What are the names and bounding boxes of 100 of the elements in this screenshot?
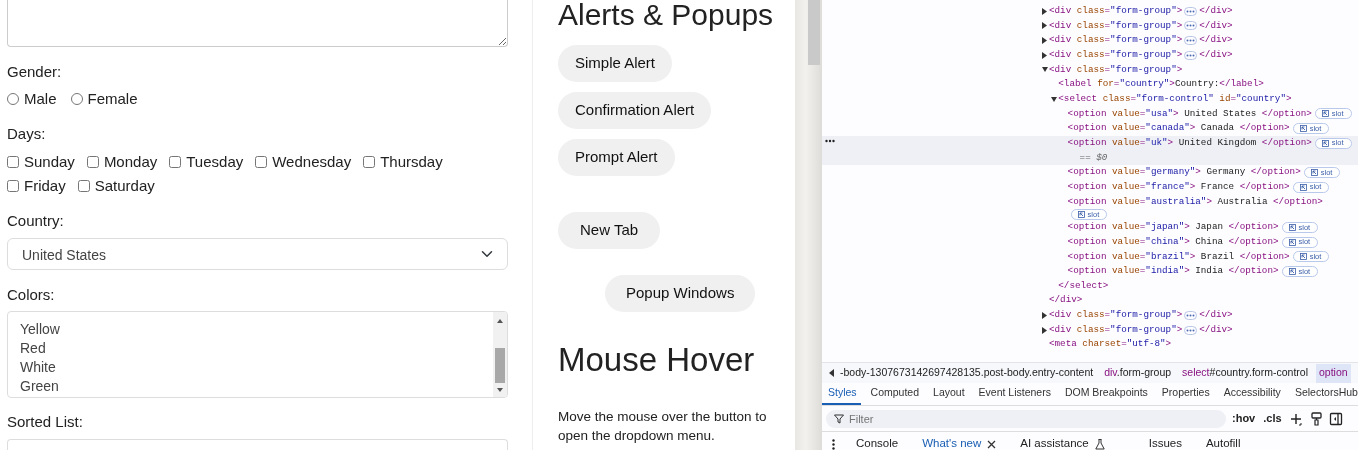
dom-node-row[interactable]: <meta charset="utf-8"> [822,337,1358,353]
checkbox[interactable] [77,180,90,192]
toolbar-toggle[interactable]: .cls [1261,410,1284,427]
code-text: </div> [1199,47,1233,62]
panel-tab[interactable]: Accessibility [1219,383,1285,405]
panel-tab[interactable]: SelectorsHub [1290,383,1358,405]
panel-tab[interactable]: Styles [822,383,861,405]
code-text: <div class="form-group"> [1049,4,1183,18]
code-text: </div> [1199,33,1233,48]
dom-node-row[interactable]: <div class="form-group"> </div> [822,18,1358,34]
drawer-tab[interactable]: Issues [1144,435,1186,450]
collapsed-triangle-icon[interactable] [1042,37,1048,45]
breadcrumb-link[interactable]: -body-1307673142697428135.post-body.entry-content [837,363,1097,383]
checkbox[interactable] [7,180,19,192]
drawer-tab[interactable]: What's new [918,435,1001,450]
sidebar-toggle-icon[interactable] [1327,410,1344,427]
panel-tab[interactable]: Layout [929,383,969,405]
field-label: Sorted List: [7,413,84,431]
code-text: </select> [1058,278,1109,293]
code-text: <div class="form-group"> [1049,62,1183,77]
panel-tab[interactable]: DOM Breakpoints [1060,383,1152,405]
code-text: <option value="japan"> Japan </option> [1067,220,1279,235]
code-text: <div class="form-group"> [1049,47,1183,62]
code-text: </div> [1199,4,1233,18]
code-text: </div> [1199,308,1233,323]
breadcrumb-link[interactable]: select#country.form-control [1179,363,1311,383]
toolbar-toggle[interactable]: :hov [1230,410,1258,427]
arrow-icon [1299,125,1307,133]
caret-left-icon[interactable] [828,369,834,377]
close-icon[interactable] [987,439,997,449]
scrollbar-drawing[interactable] [493,312,507,397]
arrow-icon [1288,268,1296,275]
arrow-icon [1299,253,1307,261]
popup-button[interactable]: Popup Windows [605,275,756,312]
code-text: <option value="india"> India </option> [1067,264,1279,279]
checkbox[interactable] [255,156,268,168]
dom-node-row[interactable]: <div class="form-group"> </div> [822,33,1358,48]
code-text: <option value="uk"> United Kingdom </option> [1067,135,1312,150]
code-text: <option value="france"> France </option> [1067,179,1290,194]
collapsed-triangle-icon[interactable] [1042,326,1048,334]
alert-button[interactable]: Simple Alert [558,45,673,82]
panel-tab[interactable]: Computed [866,383,924,405]
dom-node-row[interactable]: <div class="form-group"> </div> [822,4,1358,19]
arrow-icon [1077,211,1085,219]
breadcrumb-link[interactable]: option [1316,363,1351,383]
scrollbar-thumb[interactable] [808,0,820,65]
collapsed-triangle-icon[interactable] [1042,7,1048,15]
dom-node-row[interactable]: <select class="form-control" id="country"> [822,91,1358,107]
alert-button[interactable]: Confirmation Alert [558,92,712,129]
list-option[interactable]: Green [20,377,481,396]
code-text: <option value="australia"> Australia </option> [1067,194,1323,209]
country-dropdown[interactable]: United States [7,238,508,270]
radio-label: Female [87,90,138,108]
dom-node-row[interactable]: <div class="form-group"> </div> [822,322,1358,338]
checkbox[interactable] [86,156,99,168]
code-text: <div class="form-group"> [1049,18,1183,33]
checkbox[interactable] [169,156,182,168]
drawer-tab[interactable]: Console [852,435,903,450]
list-option[interactable]: Yellow [20,320,481,339]
panel-tab[interactable]: Event Listeners [974,383,1055,405]
code-text: <div class="form-group"> [1049,308,1183,323]
code-text: <option value="germany"> Germany </option> [1067,165,1301,180]
drawer-tab[interactable]: Autofill [1201,435,1245,450]
dom-node-row[interactable]: <label for="country">Country:</label> [822,77,1358,92]
collapsed-triangle-icon[interactable] [1042,51,1048,59]
checkbox-label: Wednesday [272,153,352,171]
collapsed-triangle-icon[interactable] [1042,311,1048,319]
checkbox-label: Sunday [24,153,75,171]
expanded-triangle-icon[interactable] [1051,95,1058,103]
dom-node-row[interactable]: <div class="form-group"> [822,62,1358,78]
radio-button[interactable] [70,93,83,105]
drawer-tab[interactable]: AI assistance [1016,435,1109,450]
colors-listbox[interactable]: Yellow Red White Green [7,311,508,398]
panel-tab[interactable]: Properties [1157,383,1214,405]
arrow-icon [1288,224,1296,231]
dom-node-row[interactable]: <div class="form-group"> </div> [822,308,1358,323]
arrow-icon [1299,183,1307,191]
checkbox-label: Thursday [380,153,443,171]
collapsed-triangle-icon[interactable] [1042,22,1048,30]
list-option[interactable]: White [20,358,481,377]
code-text: <option value="usa"> United States </option> [1067,106,1312,121]
more-menu-icon[interactable] [830,436,836,450]
list-option[interactable]: Red [20,339,481,358]
checkbox[interactable] [363,156,376,168]
checkbox[interactable] [7,156,19,168]
expanded-triangle-icon[interactable] [1042,66,1048,74]
code-text: <option value="brazil"> Brazil </option> [1067,249,1290,264]
code-text: <label for="country">Country:</label> [1058,77,1264,92]
radio-button[interactable] [7,93,19,105]
more-icon[interactable] [825,138,835,143]
instruction-text: Move the mouse over the button to open the dropdown menu. [558,408,768,445]
field-label: Country: [7,212,65,230]
code-text: <select class="form-control" id="country"> [1058,91,1292,106]
new-tab-button[interactable]: New Tab [558,212,661,249]
breadcrumb-link[interactable]: div.form-group [1101,363,1175,383]
alert-button[interactable]: Prompt Alert [558,139,675,176]
dom-node-row[interactable]: <div class="form-group"> </div> [822,47,1358,63]
section-heading: Mouse Hover [558,342,756,378]
arrow-icon [1310,169,1318,177]
filter-icon [834,413,844,424]
